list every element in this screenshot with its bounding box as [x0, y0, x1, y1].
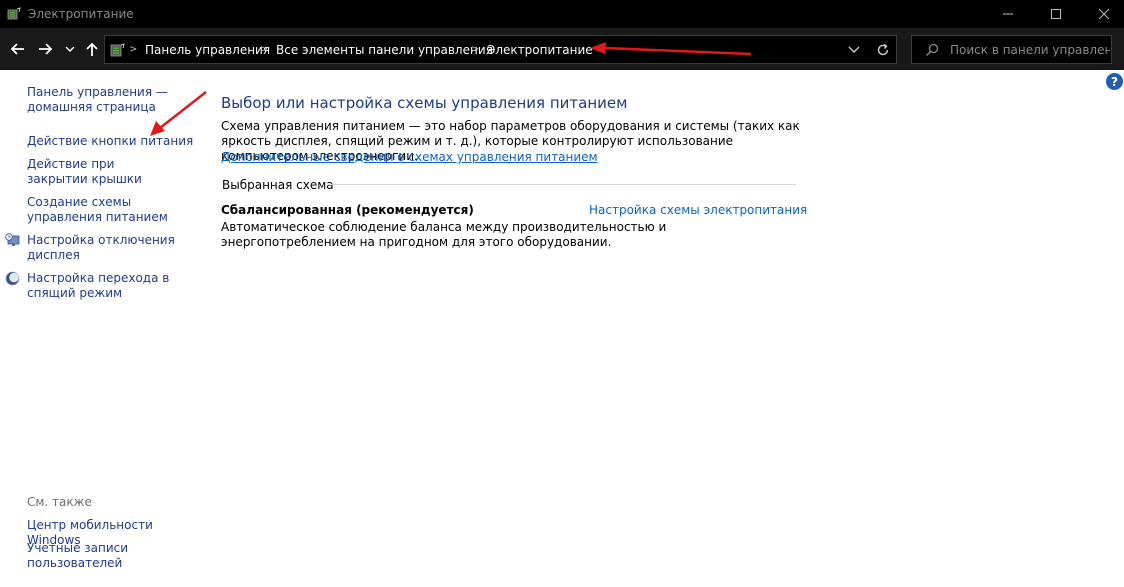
window-title: Электропитание [28, 7, 134, 21]
power-options-icon [109, 42, 125, 58]
refresh-button[interactable] [876, 43, 890, 57]
search-box[interactable] [911, 35, 1112, 64]
refresh-icon [877, 43, 889, 56]
search-input[interactable] [950, 41, 1110, 59]
more-info-link[interactable]: Дополнительные сведения о схемах управле… [221, 150, 598, 164]
chevron-down-icon [65, 46, 75, 53]
selected-plan-heading: Выбранная схема [222, 178, 334, 192]
arrow-right-icon [39, 43, 53, 55]
minimize-icon [1003, 13, 1013, 15]
arrow-up-icon [86, 42, 98, 56]
chevron-down-icon [848, 46, 860, 53]
address-bar[interactable]: > Панель управления > Все элементы панел… [104, 35, 897, 64]
help-button[interactable]: ? [1106, 73, 1123, 90]
navigation-bar: > Панель управления > Все элементы панел… [0, 28, 1124, 70]
power-options-icon [7, 7, 21, 21]
close-button[interactable] [1081, 0, 1124, 28]
recent-locations-button[interactable] [62, 38, 78, 60]
forward-button[interactable] [35, 38, 57, 60]
see-also-user-accounts[interactable]: Учетные записи пользователей [27, 541, 157, 571]
sidebar-item-create-power-plan[interactable]: Создание схемы управления питанием [27, 195, 197, 225]
see-also-heading: См. также [27, 495, 92, 509]
breadcrumb-power-options[interactable]: Электропитание [487, 43, 593, 57]
breadcrumb-separator[interactable]: > [260, 44, 268, 55]
change-plan-settings-link[interactable]: Настройка схемы электропитания [589, 203, 807, 217]
display-clock-icon [5, 233, 20, 248]
arrow-left-icon [10, 43, 24, 55]
minimize-button[interactable] [985, 0, 1031, 28]
sidebar-item-lid-close-action[interactable]: Действие при закрытии крышки [27, 157, 177, 187]
search-icon [925, 43, 939, 57]
up-button[interactable] [81, 38, 103, 60]
breadcrumb-all-items[interactable]: Все элементы панели управления [276, 43, 493, 57]
close-icon [1098, 8, 1110, 20]
maximize-button[interactable] [1033, 0, 1079, 28]
divider [328, 184, 796, 185]
sleep-moon-icon [5, 271, 20, 286]
sidebar-item-sleep-settings[interactable]: Настройка перехода в спящий режим [27, 271, 177, 301]
title-bar: Электропитание [0, 0, 1124, 28]
maximize-icon [1051, 9, 1061, 19]
address-history-dropdown[interactable] [847, 44, 861, 56]
breadcrumb-separator[interactable]: > [471, 44, 479, 55]
plan-description: Автоматическое соблюдение баланса между … [221, 220, 667, 249]
breadcrumb-separator[interactable]: > [129, 44, 137, 55]
breadcrumb-control-panel[interactable]: Панель управления [145, 43, 270, 57]
plan-name: Сбалансированная (рекомендуется) [221, 203, 474, 217]
page-title: Выбор или настройка схемы управления пит… [221, 94, 628, 112]
back-button[interactable] [6, 38, 28, 60]
sidebar-item-control-panel-home[interactable]: Панель управления — домашняя страница [27, 85, 207, 115]
sidebar-item-power-button-action[interactable]: Действие кнопки питания [27, 134, 207, 149]
sidebar-item-display-off-settings[interactable]: Настройка отключения дисплея [27, 233, 177, 263]
